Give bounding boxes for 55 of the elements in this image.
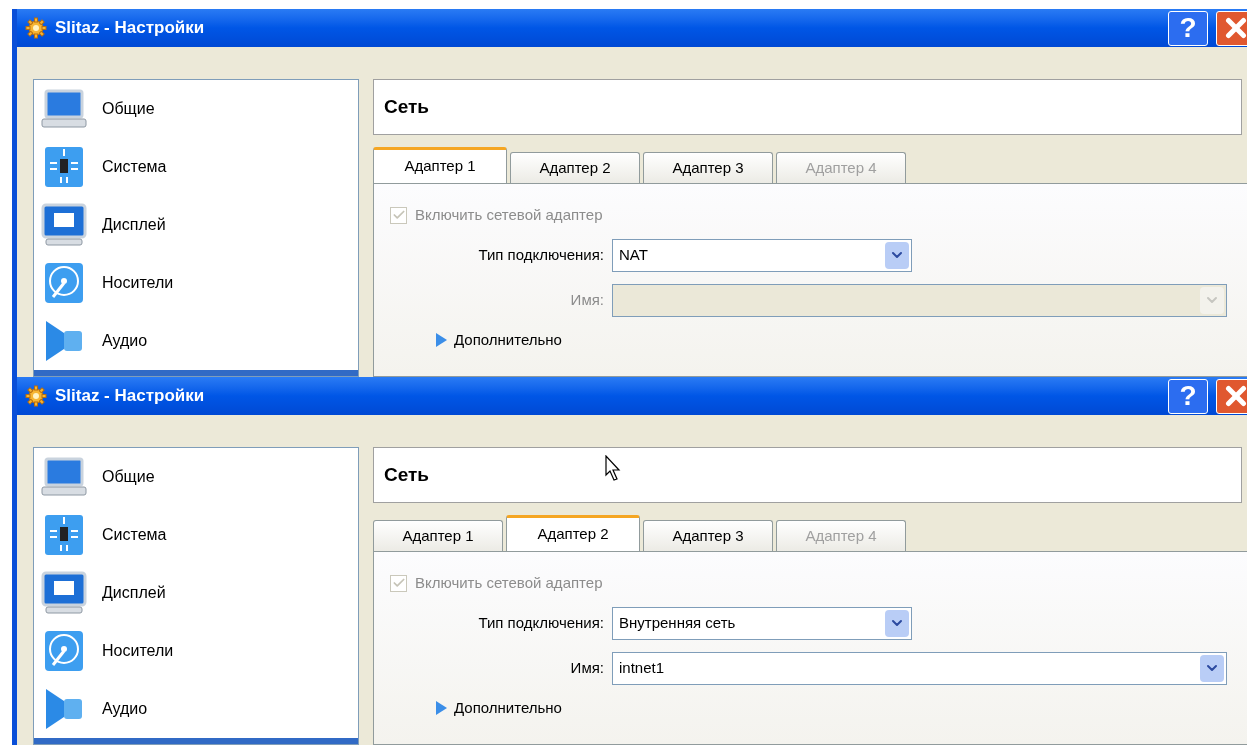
checkbox-label: Включить сетевой адаптер xyxy=(415,205,603,225)
triangle-right-icon[interactable] xyxy=(434,331,448,348)
section-title: Сеть xyxy=(384,462,430,487)
dropdown[interactable]: NAT xyxy=(612,238,912,272)
dropdown-value: intnet1 xyxy=(618,657,666,678)
window-title: Slitaz - Настройки xyxy=(55,385,205,408)
settings-list-item[interactable]: Дисплей xyxy=(34,196,358,254)
window-title: Slitaz - Настройки xyxy=(55,17,205,40)
settings-list-label: Общие xyxy=(102,467,155,487)
help-button[interactable]: ? xyxy=(1168,378,1208,414)
advanced-toggle[interactable]: Дополнительно xyxy=(454,696,562,719)
settings-list-item[interactable]: Аудио xyxy=(34,312,358,370)
advanced-toggle[interactable]: Дополнительно xyxy=(454,328,562,351)
dropdown[interactable] xyxy=(612,283,1227,317)
dropdown[interactable]: intnet1 xyxy=(612,651,1227,685)
tab[interactable]: Адаптер 1 xyxy=(373,147,507,183)
field-label: Тип подключения: xyxy=(477,612,604,633)
tab[interactable]: Адаптер 3 xyxy=(643,520,773,551)
dropdown[interactable]: Внутренняя сеть xyxy=(612,606,912,640)
settings-list-label: Система xyxy=(102,525,167,545)
dropdown-value: NAT xyxy=(618,244,649,265)
settings-list-label: Общие xyxy=(102,99,155,119)
settings-list-item[interactable]: Носители xyxy=(34,254,358,312)
triangle-right-icon[interactable] xyxy=(434,699,448,716)
settings-list-item[interactable]: Общие xyxy=(34,80,358,138)
settings-list-label: Носители xyxy=(102,641,174,661)
tab[interactable]: Адаптер 2 xyxy=(510,152,640,183)
settings-list-label: Система xyxy=(102,157,167,177)
field-label: Тип подключения: xyxy=(477,244,604,265)
settings-list-item[interactable]: Система xyxy=(34,138,358,196)
section-title: Сеть xyxy=(384,94,430,119)
settings-list-label: Дисплей xyxy=(102,583,166,603)
field-label: Имя: xyxy=(569,289,604,310)
settings-list-label: Аудио xyxy=(102,699,148,719)
tab[interactable]: Адаптер 2 xyxy=(506,515,640,551)
settings-list-item[interactable]: Система xyxy=(34,506,358,564)
settings-list-item[interactable]: Общие xyxy=(34,448,358,506)
close-button[interactable] xyxy=(1216,10,1247,46)
monitor-icon xyxy=(40,201,88,249)
settings-list-label: Дисплей xyxy=(102,215,166,235)
settings-list-item[interactable]: Аудио xyxy=(34,680,358,738)
close-button[interactable] xyxy=(1216,378,1247,414)
monitor-icon xyxy=(40,569,88,617)
gear-icon xyxy=(25,385,47,407)
dropdown-value: Внутренняя сеть xyxy=(618,612,737,633)
settings-list-label: Аудио xyxy=(102,331,148,351)
settings-list-item[interactable]: Дисплей xyxy=(34,564,358,622)
gear-icon xyxy=(25,17,47,39)
tab[interactable]: Адаптер 1 xyxy=(373,520,503,551)
checkbox-label: Включить сетевой адаптер xyxy=(415,573,603,593)
settings-list-item[interactable]: Носители xyxy=(34,622,358,680)
settings-list-label: Носители xyxy=(102,273,174,293)
help-button[interactable]: ? xyxy=(1168,10,1208,46)
tab[interactable]: Адаптер 3 xyxy=(643,152,773,183)
field-label: Имя: xyxy=(569,657,604,678)
